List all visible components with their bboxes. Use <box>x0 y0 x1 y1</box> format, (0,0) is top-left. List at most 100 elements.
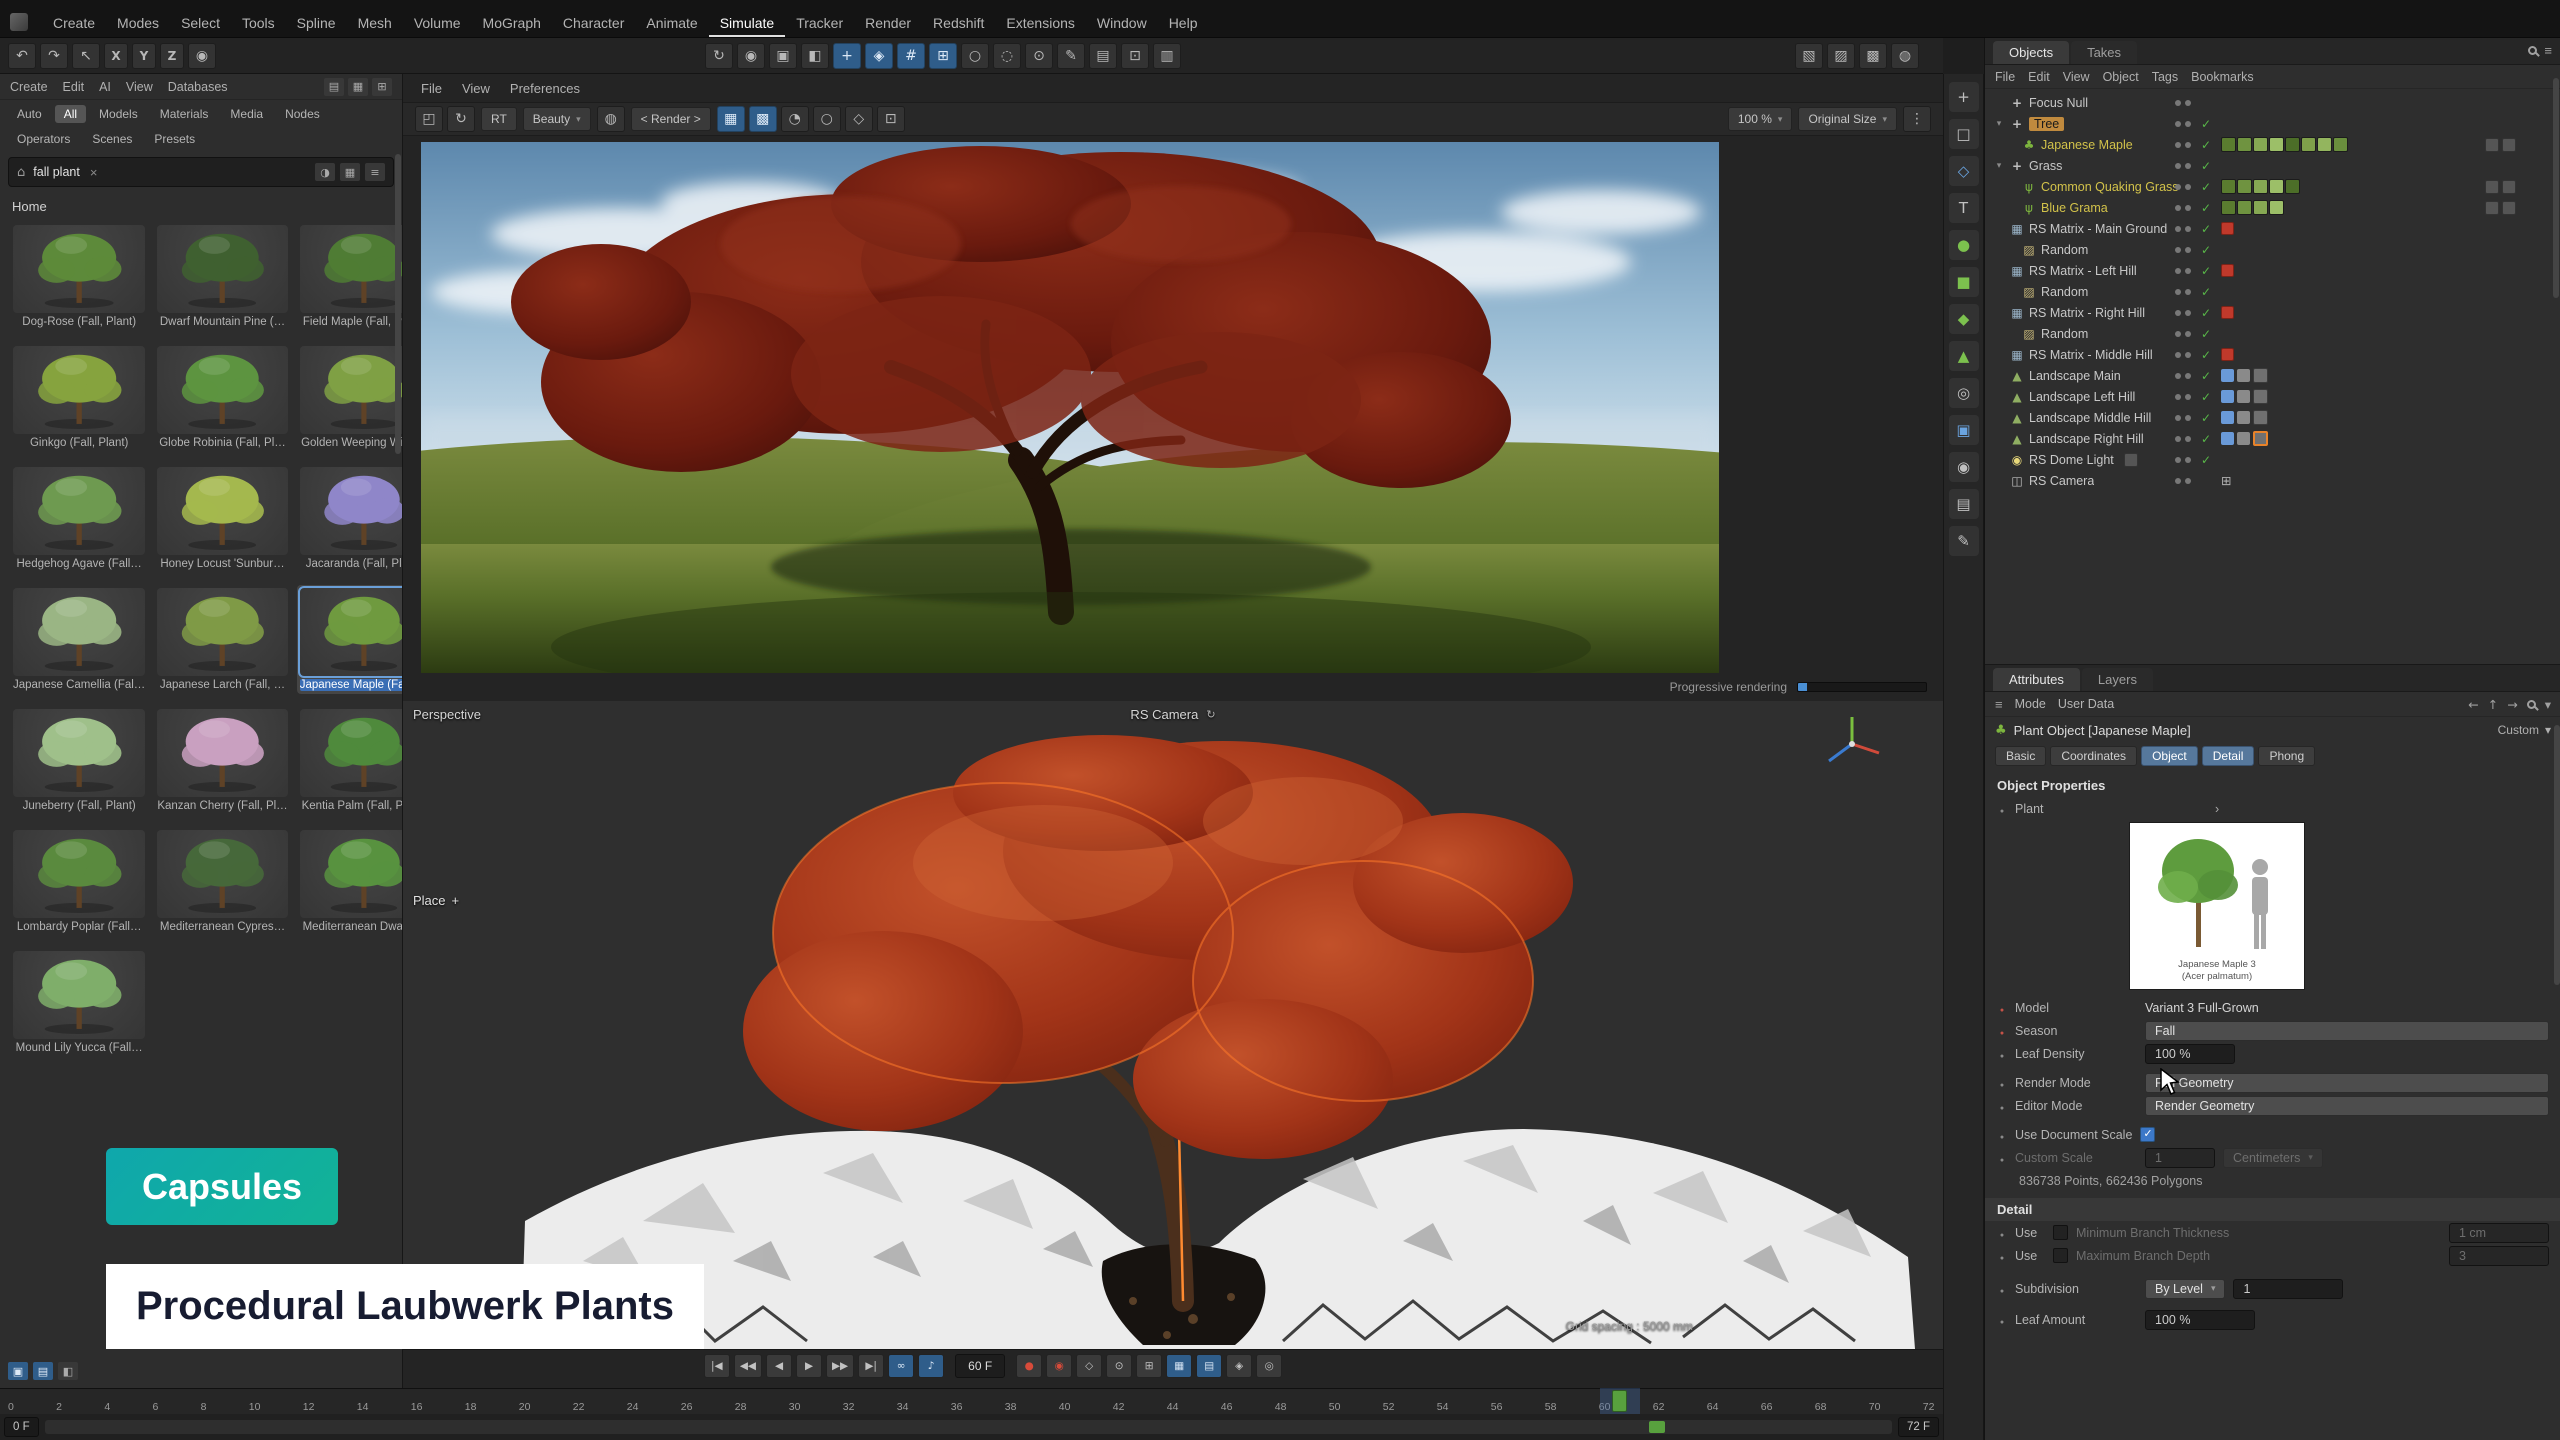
axis-gizmo[interactable] <box>1817 709 1887 779</box>
asset-plant-item[interactable]: Mound Lily Yucca (Fall… <box>10 948 148 1057</box>
asset-plant-item[interactable]: Lombardy Poplar (Fall… <box>10 827 148 936</box>
anim-dot[interactable] <box>1997 1076 2007 1090</box>
object-tree-row[interactable]: Blue Grama ✓ <box>1985 197 2560 218</box>
material-swatches[interactable] <box>2221 200 2284 215</box>
use-document-scale-checkbox[interactable] <box>2140 1127 2155 1142</box>
attr-lock-icon[interactable]: ▾ <box>2545 697 2551 712</box>
viewport-region-icon[interactable]: □ <box>1949 119 1979 149</box>
size-dropdown[interactable]: Original Size▾ <box>1798 107 1897 131</box>
enabled-check-icon[interactable]: ✓ <box>2201 201 2211 215</box>
render-settings-button[interactable]: ▣ <box>769 43 797 69</box>
object-tree-row[interactable]: Focus Null ✓ <box>1985 92 2560 113</box>
key-rotation-button[interactable]: ⊙ <box>1106 1354 1132 1378</box>
anim-dot[interactable] <box>1997 802 2007 816</box>
search-query[interactable]: fall plant <box>33 165 80 179</box>
object-label[interactable]: Random <box>2041 285 2088 299</box>
panel-icon[interactable]: ⊞ <box>372 78 392 96</box>
motion-system-button[interactable]: ◎ <box>1256 1354 1282 1378</box>
attribute-tab-chip[interactable]: Basic <box>1995 746 2046 766</box>
next-frame-button[interactable]: ▶▶ <box>826 1354 854 1378</box>
ab-menu-databases[interactable]: Databases <box>168 80 228 94</box>
anim-dot[interactable] <box>1997 1024 2007 1038</box>
coord-system-icon[interactable]: ◉ <box>188 43 216 69</box>
pv-menu-preferences[interactable]: Preferences <box>510 81 580 96</box>
asset-filter-chip[interactable]: Auto <box>8 105 51 123</box>
asset-plant-item[interactable]: Japanese Larch (Fall, … <box>154 585 290 694</box>
redshift-matrix-icon[interactable] <box>2221 264 2234 277</box>
max-branch-field[interactable]: 3 <box>2449 1246 2549 1266</box>
object-label[interactable]: Landscape Right Hill <box>2029 432 2144 446</box>
enabled-check-icon[interactable]: ✓ <box>2201 243 2211 257</box>
asset-filter-chip[interactable]: Nodes <box>276 105 329 123</box>
menu-item[interactable]: Tools <box>231 11 286 37</box>
history-back-icon[interactable]: ← <box>2468 697 2478 712</box>
object-tree-row[interactable]: Landscape Right Hill ✓ <box>1985 428 2560 449</box>
season-value[interactable]: Fall <box>2145 1021 2549 1041</box>
display-channel-icon[interactable]: ◍ <box>597 106 625 132</box>
asset-filter-chip[interactable]: Operators <box>8 130 79 148</box>
mode-tab[interactable]: Mode <box>2015 697 2046 711</box>
enabled-check-icon[interactable]: ✓ <box>2201 222 2211 236</box>
max-branch-checkbox[interactable] <box>2053 1248 2068 1263</box>
object-tag-icons[interactable] <box>2485 180 2516 194</box>
visibility-dots[interactable] <box>2175 100 2191 106</box>
layout-standard-icon[interactable]: ▧ <box>1795 43 1823 69</box>
asset-scrollbar[interactable] <box>395 154 401 454</box>
simulation-sphere-icon[interactable]: ● <box>1949 230 1979 260</box>
subdivision-mode-dropdown[interactable]: By Level▾ <box>2145 1279 2225 1299</box>
visibility-dots[interactable] <box>2175 247 2191 253</box>
object-label[interactable]: Landscape Middle Hill <box>2029 411 2151 425</box>
range-knob[interactable] <box>1649 1421 1665 1433</box>
object-tree-row[interactable]: Random ✓ <box>1985 239 2560 260</box>
guides-toggle[interactable]: ◌ <box>993 43 1021 69</box>
capsule-asset-icon[interactable]: ■ <box>1949 267 1979 297</box>
ab-menu-view[interactable]: View <box>126 80 153 94</box>
custom-scale-unit-dropdown[interactable]: Centimeters▾ <box>2223 1148 2323 1168</box>
playhead[interactable] <box>1612 1390 1627 1412</box>
wipe-compare-icon[interactable]: ▩ <box>749 106 777 132</box>
menu-item[interactable]: Create <box>42 11 106 37</box>
anim-dot[interactable] <box>1997 1047 2007 1061</box>
tab-layers[interactable]: Layers <box>2082 668 2153 691</box>
history-forward-icon[interactable]: → <box>2507 697 2517 712</box>
filter-icon[interactable]: ◑ <box>315 163 335 181</box>
pv-menu-view[interactable]: View <box>462 81 490 96</box>
menu-item[interactable]: Mesh <box>347 11 403 37</box>
object-tree-row[interactable]: ▾ Grass ✓ <box>1985 155 2560 176</box>
subdivision-field[interactable]: 1 <box>2233 1279 2343 1299</box>
enabled-check-icon[interactable]: ✓ <box>2201 117 2211 131</box>
attr-menu-icon[interactable]: ≡ <box>1995 697 2003 712</box>
object-tree-row[interactable]: RS Matrix - Middle Hill ✓ <box>1985 344 2560 365</box>
object-label[interactable]: Landscape Main <box>2029 369 2121 383</box>
perspective-viewport[interactable]: Perspective RS Camera↻ Place+ Grid spaci… <box>403 701 1943 1349</box>
text-spline-icon[interactable]: T <box>1949 193 1979 223</box>
custom-label[interactable]: Custom <box>2498 723 2539 737</box>
axis-center-button[interactable]: ⊙ <box>1025 43 1053 69</box>
visibility-dots[interactable] <box>2175 415 2191 421</box>
render-picture-viewer-button[interactable]: ◉ <box>737 43 765 69</box>
material-swatches[interactable] <box>2221 137 2348 152</box>
asset-plant-item[interactable]: Mediterranean Cypres… <box>154 827 290 936</box>
asset-plant-item[interactable]: Japanese Camellia (Fal… <box>10 585 148 694</box>
visibility-dots[interactable] <box>2175 331 2191 337</box>
object-label[interactable]: RS Matrix - Middle Hill <box>2029 348 2153 362</box>
object-label[interactable]: RS Camera <box>2029 474 2094 488</box>
asset-filter-chip[interactable]: All <box>55 105 86 123</box>
plane-zy-button[interactable]: ⊡ <box>1121 43 1149 69</box>
field-force-icon[interactable]: ◆ <box>1949 304 1979 334</box>
model-value[interactable]: Variant 3 Full-Grown <box>2145 1001 2259 1015</box>
snap-toggle[interactable]: + <box>833 43 861 69</box>
object-tree-row[interactable]: Landscape Left Hill ✓ <box>1985 386 2560 407</box>
viewport-scene[interactable] <box>403 701 1943 1349</box>
menu-item[interactable]: Window <box>1086 11 1158 37</box>
spherical-camera-icon[interactable]: ◉ <box>1949 452 1979 482</box>
object-tree-row[interactable]: RS Matrix - Right Hill ✓ <box>1985 302 2560 323</box>
attribute-scrollbar[interactable] <box>2554 725 2560 985</box>
enabled-check-icon[interactable]: ✓ <box>2201 432 2211 446</box>
annotation-icon[interactable]: ✎ <box>1949 526 1979 556</box>
object-tag-icons[interactable] <box>2485 201 2516 215</box>
object-label[interactable]: RS Dome Light <box>2029 453 2114 467</box>
enabled-check-icon[interactable]: ✓ <box>2201 159 2211 173</box>
layout-render-icon[interactable]: ▩ <box>1859 43 1887 69</box>
constraint-icon[interactable]: ◎ <box>1949 378 1979 408</box>
